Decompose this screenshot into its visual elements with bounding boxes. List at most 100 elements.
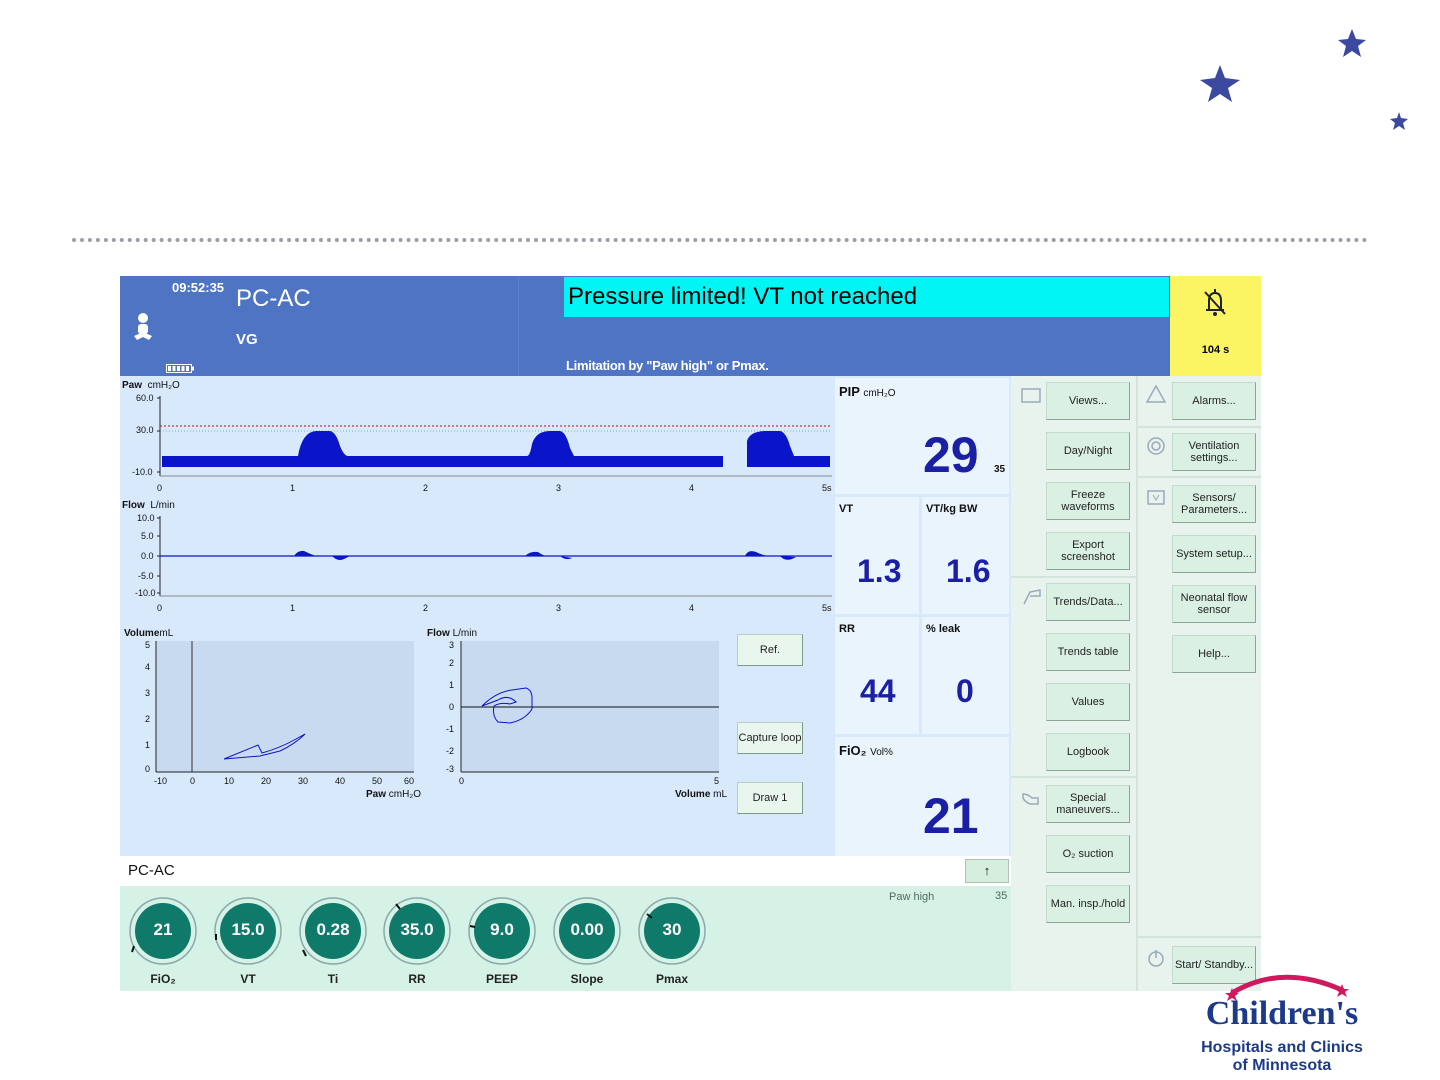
fv-ytick: -3 <box>446 764 455 774</box>
alarm-silence-button[interactable]: 104 s <box>1170 276 1261 376</box>
export-screenshot-button[interactable]: Export screenshot <box>1046 532 1130 570</box>
day-night-button[interactable]: Day/Night <box>1046 432 1130 470</box>
ventilation-submode: VG <box>236 331 258 348</box>
system-setup-button[interactable]: System setup... <box>1172 535 1256 573</box>
paw-ytick: 60.0 <box>136 393 154 403</box>
paw-axis-title: Paw cmH₂O <box>122 380 180 391</box>
power-icon <box>1148 950 1164 967</box>
fio2-setting-value: 21 <box>153 920 173 939</box>
menu-divider <box>1138 476 1261 478</box>
paw-high-value: 35 <box>995 890 1008 902</box>
side-menu: Views... Day/Night Freeze waveforms Expo… <box>1011 376 1261 991</box>
pv-loop-y-title: VolumemL <box>124 628 174 639</box>
fv-ytick: -2 <box>446 746 455 756</box>
alarm-silence-timer: 104 s <box>1201 344 1230 356</box>
paw-xtick: 4 <box>689 483 695 493</box>
alarms-button[interactable]: Alarms... <box>1172 382 1256 420</box>
ventilation-settings-button[interactable]: Ventilation settings... <box>1172 433 1256 471</box>
logbook-button[interactable]: Logbook <box>1046 733 1130 771</box>
fv-xtick: 0 <box>459 776 465 786</box>
measurement-panel: PIP cmH₂O 29 35 VT 1.3 VT/kg BW 1.6 RR 4… <box>833 376 1011 856</box>
pv-xtick: 30 <box>298 776 309 786</box>
fv-ytick: 0 <box>449 702 455 712</box>
draw-loop-button[interactable]: Draw 1 <box>737 782 803 814</box>
peep-setting-knob[interactable]: 9.0 <box>467 896 537 966</box>
paw-waveform <box>157 396 832 477</box>
capture-loop-button[interactable]: Capture loop <box>737 722 803 754</box>
sensor-icon <box>1147 490 1165 505</box>
fv-xtick: 5 <box>714 776 720 786</box>
leak-cell[interactable]: % leak 0 <box>922 617 1009 734</box>
svg-text:Hospitals and Clinics: Hospitals and Clinics <box>1201 1039 1363 1056</box>
ti-setting-knob[interactable]: 0.28 <box>298 896 368 966</box>
pointer-icon <box>1023 589 1041 605</box>
hand-icon <box>1022 793 1039 805</box>
views-button[interactable]: Views... <box>1046 382 1130 420</box>
fio2-setting-knob[interactable]: 21 <box>128 896 198 966</box>
pmax-setting-knob[interactable]: 30 <box>637 896 707 966</box>
fv-ytick: 1 <box>449 680 455 690</box>
vt-setting-knob[interactable]: 15.0 <box>213 896 283 966</box>
neonatal-patient-icon <box>134 313 152 340</box>
trends-table-button[interactable]: Trends table <box>1046 633 1130 671</box>
paw-ytick: 30.0 <box>136 425 154 435</box>
pv-ytick: 3 <box>145 688 151 698</box>
freeze-waveforms-button[interactable]: Freeze waveforms <box>1046 482 1130 520</box>
menu-divider <box>1138 936 1261 938</box>
flow-xtick: 2 <box>423 603 429 613</box>
fio2-setting-label: FiO₂ <box>150 972 176 986</box>
sensors-parameters-button[interactable]: Sensors/ Parameters... <box>1172 485 1256 523</box>
reference-loop-button[interactable]: Ref. <box>737 634 803 666</box>
pv-xtick: 60 <box>404 776 415 786</box>
values-button[interactable]: Values <box>1046 683 1130 721</box>
dotted-divider <box>72 238 1368 242</box>
flow-ytick: 5.0 <box>141 531 154 541</box>
fv-loop-y-title: Flow L/min <box>427 628 478 639</box>
manual-inspiration-hold-button[interactable]: Man. insp./hold <box>1046 885 1130 923</box>
status-header: 09:52:35 PC-AC VG Pressure limited! VT n… <box>120 276 1170 376</box>
fio2-cell[interactable]: FiO₂ Vol% 21 <box>835 737 1009 856</box>
vt-cell[interactable]: VT 1.3 <box>835 497 919 614</box>
fv-ytick: 2 <box>449 658 455 668</box>
vt-per-kg-label: VT/kg BW <box>926 503 978 515</box>
paw-high-label: Paw high <box>889 891 935 903</box>
flow-ytick: -5.0 <box>138 571 154 581</box>
special-maneuvers-button[interactable]: Special maneuvers... <box>1046 785 1130 823</box>
battery-icon <box>166 364 194 373</box>
waveform-panel: Paw cmH₂O 60.0 30.0 -10.0 0 1 2 3 4 5s F… <box>120 376 833 856</box>
flow-ytick: -10.0 <box>135 588 156 598</box>
slope-setting-value: 0.00 <box>570 920 604 939</box>
settings-bar: 21 FiO₂ 15.0 VT 0.28 Ti 35.0 RR 9.0 PEEP… <box>120 886 1011 991</box>
ventilation-mode: PC-AC <box>236 285 311 312</box>
mode-bar-label[interactable]: PC-AC <box>128 862 175 879</box>
alarm-message[interactable]: Pressure limited! VT not reached <box>564 277 1169 317</box>
fv-ytick: -1 <box>446 724 455 734</box>
help-button[interactable]: Help... <box>1172 635 1256 673</box>
decorative-stars <box>1200 29 1408 130</box>
pip-cell[interactable]: PIP cmH₂O 29 35 <box>835 378 1009 494</box>
rr-setting-knob[interactable]: 35.0 <box>382 896 452 966</box>
window-icon <box>1021 388 1041 403</box>
rr-cell[interactable]: RR 44 <box>835 617 919 734</box>
ti-setting-label: Ti <box>327 972 339 986</box>
pip-value: 29 <box>923 427 979 483</box>
pv-ytick: 5 <box>145 640 151 650</box>
alarm-silence-bell-icon <box>1204 289 1226 316</box>
ti-setting-value: 0.28 <box>316 920 350 939</box>
fio2-value: 21 <box>923 788 979 844</box>
alarm-triangle-icon <box>1145 384 1167 403</box>
pv-ytick: 1 <box>145 740 151 750</box>
o2-suction-button[interactable]: O₂ suction <box>1046 835 1130 873</box>
alarm-detail: Limitation by "Paw high" or Pmax. <box>566 358 769 373</box>
vt-per-kg-cell[interactable]: VT/kg BW 1.6 <box>922 497 1009 614</box>
mode-bar: PC-AC ↑ <box>120 856 1011 886</box>
paw-xtick: 0 <box>157 483 163 493</box>
slope-setting-knob[interactable]: 0.00 <box>552 896 622 966</box>
neonatal-flow-sensor-button[interactable]: Neonatal flow sensor <box>1172 585 1256 623</box>
vt-value: 1.3 <box>857 553 902 589</box>
expand-mode-button[interactable]: ↑ <box>965 859 1009 883</box>
peep-setting-label: PEEP <box>485 972 518 986</box>
trends-data-button[interactable]: Trends/Data... <box>1046 583 1130 621</box>
flow-xtick: 1 <box>290 603 296 613</box>
flow-axis-title: Flow L/min <box>122 500 175 511</box>
